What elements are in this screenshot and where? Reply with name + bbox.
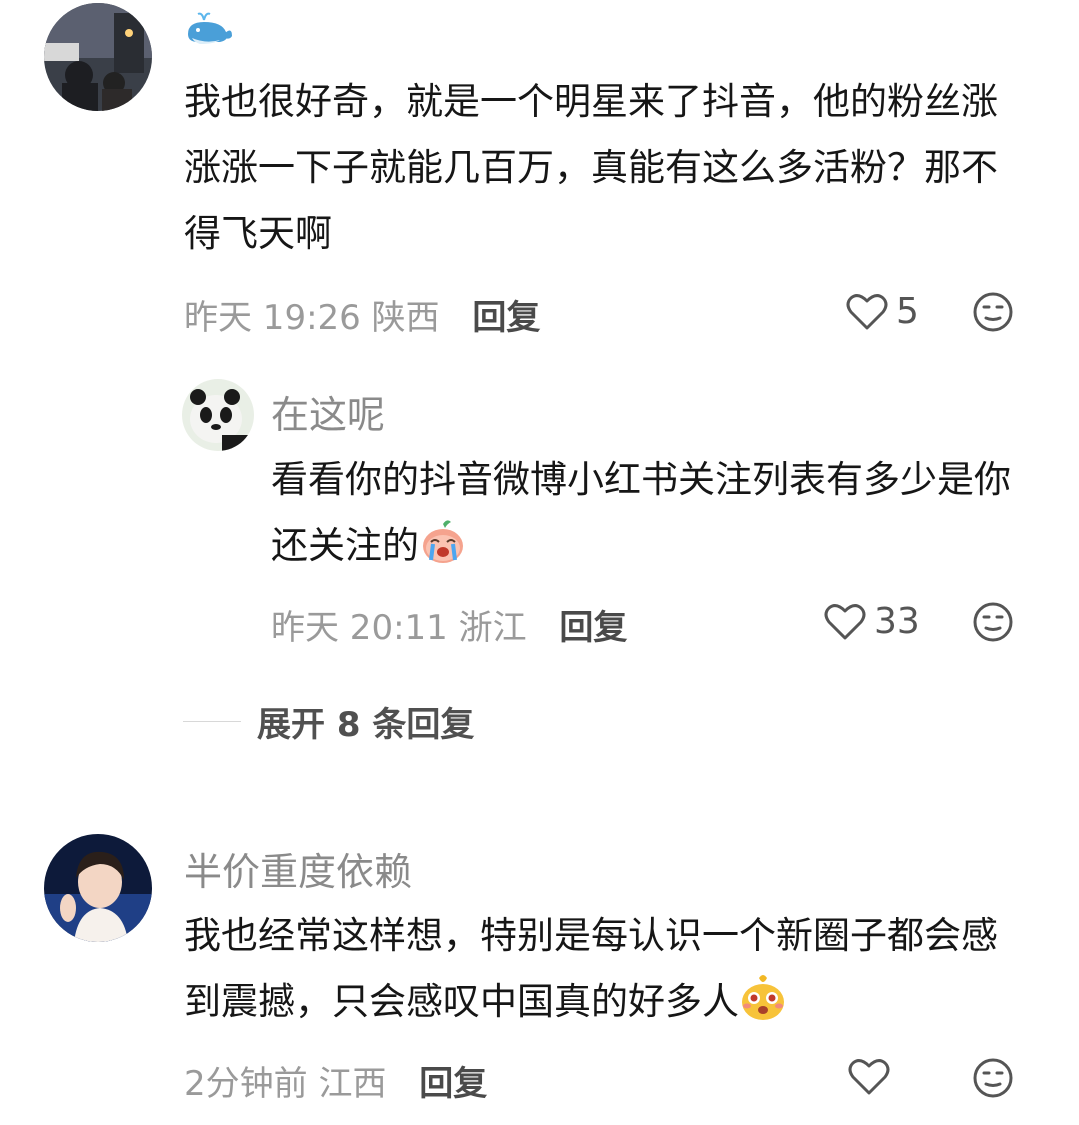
reply-button[interactable]: 回复	[472, 298, 540, 338]
heart-icon	[848, 1059, 890, 1095]
avatar[interactable]	[182, 379, 254, 451]
whale-icon	[188, 12, 232, 44]
comment-time: 2分钟前	[184, 1064, 308, 1104]
username[interactable]: 在这呢	[271, 384, 385, 439]
comment-location: 江西	[318, 1064, 387, 1104]
heart-icon	[824, 603, 866, 639]
comment-text: 我也很好奇，就是一个明星来了抖音，他的粉丝涨涨涨一下子就能几百万，真能有这么多活…	[184, 80, 998, 255]
like-count: 33	[874, 601, 920, 642]
like-button[interactable]: 33	[824, 601, 920, 642]
username-whale-icon[interactable]	[184, 10, 234, 59]
comment-time: 昨天 19:26	[184, 298, 361, 338]
comment-meta: 昨天 19:26 陕西 回复	[184, 290, 540, 339]
comment-meta: 2分钟前 江西 回复	[184, 1056, 487, 1105]
comment-meta: 昨天 20:11 浙江 回复	[271, 600, 627, 649]
like-button[interactable]	[848, 1057, 890, 1097]
username[interactable]: 半价重度依赖	[184, 841, 412, 896]
comment-location: 浙江	[458, 608, 527, 648]
emoji-reaction-icon[interactable]	[972, 601, 1014, 643]
reply-button[interactable]: 回复	[419, 1064, 487, 1104]
amazed-face-emoji	[742, 975, 784, 1020]
crying-radish-emoji	[423, 520, 463, 563]
comment-text: 我也经常这样想，特别是每认识一个新圈子都会感到震撼，只会感叹中国真的好多人	[184, 903, 1034, 1035]
comment-text: 看看你的抖音微博小红书关注列表有多少是你还关注的	[271, 447, 1041, 579]
avatar[interactable]	[44, 3, 152, 111]
comment-text-body: 看看你的抖音微博小红书关注列表有多少是你还关注的	[271, 458, 1011, 567]
emoji-reaction-icon[interactable]	[972, 1057, 1014, 1099]
like-button[interactable]: 5	[846, 291, 919, 332]
like-count: 5	[896, 291, 919, 332]
expand-replies-label: 展开 8 条回复	[257, 705, 475, 745]
reply-button[interactable]: 回复	[559, 608, 627, 648]
comment-text-body: 我也经常这样想，特别是每认识一个新圈子都会感到震撼，只会感叹中国真的好多人	[184, 914, 998, 1023]
emoji-reaction-icon[interactable]	[972, 291, 1014, 333]
heart-icon	[846, 293, 888, 329]
comment-location: 陕西	[371, 298, 440, 338]
expand-replies-button[interactable]: 展开 8 条回复	[183, 697, 474, 746]
divider	[183, 721, 241, 722]
comment-time: 昨天 20:11	[271, 608, 448, 648]
avatar[interactable]	[44, 834, 152, 942]
